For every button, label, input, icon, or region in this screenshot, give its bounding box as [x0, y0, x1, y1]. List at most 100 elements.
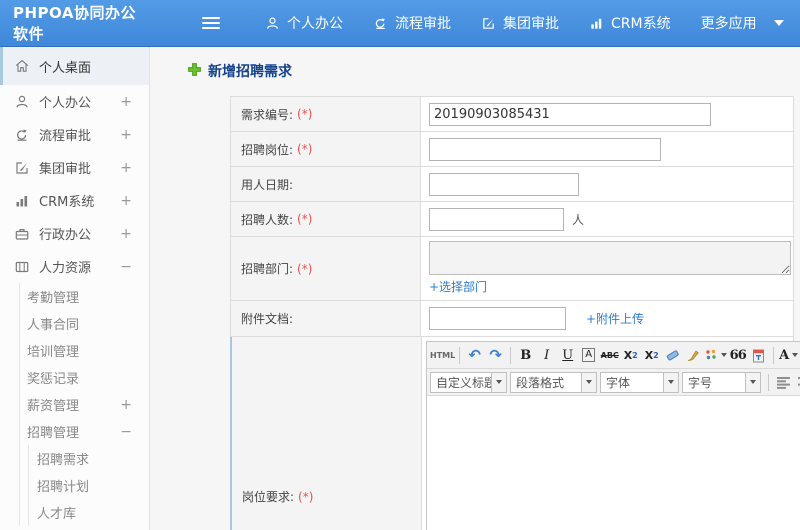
sidebar-item-rewards[interactable]: 奖惩记录: [0, 364, 149, 391]
flow-icon: [14, 127, 30, 143]
expand-icon[interactable]: +: [120, 94, 132, 110]
caret-down-icon: [663, 372, 678, 392]
topnav-item-group-approval[interactable]: 集团审批: [466, 0, 574, 47]
form-row-department: 招聘部门: (*) +选择部门: [230, 237, 794, 301]
font-style-button[interactable]: A: [578, 344, 599, 366]
sidebar-item-admin-office[interactable]: 行政办公 +: [0, 217, 149, 250]
topnav-item-workflow-approval[interactable]: 流程审批: [358, 0, 466, 47]
redo-button[interactable]: ↷: [485, 344, 506, 366]
edit-icon: [481, 16, 496, 31]
expand-icon[interactable]: +: [120, 226, 132, 242]
field-label: 招聘部门:: [241, 262, 294, 276]
blockquote-button[interactable]: 66: [727, 344, 748, 366]
caret-down-icon: [491, 372, 506, 392]
align-center-icon[interactable]: [794, 371, 800, 393]
sidebar-item-talent-pool[interactable]: 人才库: [0, 499, 149, 526]
sidebar-item-human-resources[interactable]: 人力资源 −: [0, 250, 149, 283]
form-row-job-requirements: 岗位要求: (*) HTML ↶ ↷ B I U A ABC X 2 X 2 6…: [230, 337, 800, 530]
bold-button[interactable]: B: [515, 344, 536, 366]
form-row-position: 招聘岗位: (*): [230, 132, 794, 167]
page-title: 新增招聘需求: [187, 61, 800, 81]
sidebar-item-recruit-mgmt[interactable]: 招聘管理 −: [0, 418, 149, 445]
field-label: 招聘岗位:: [241, 142, 294, 157]
form-row-hire-date: 用人日期:: [230, 167, 794, 202]
html-source-button[interactable]: HTML: [430, 344, 455, 366]
app-logo: PHPOA协同办公软件: [13, 4, 136, 43]
sidebar-item-recruit-request[interactable]: 招聘需求: [0, 445, 149, 472]
superscript-button[interactable]: X2: [620, 344, 641, 366]
position-input[interactable]: [429, 137, 661, 161]
sidebar-item-personal-office[interactable]: 个人办公 +: [0, 85, 149, 118]
format-painter-brush-icon[interactable]: [683, 344, 704, 366]
font-color-button[interactable]: A: [778, 344, 799, 366]
headcount-unit: 人: [572, 212, 585, 227]
sidebar-item-recruit-plan[interactable]: 招聘计划: [0, 472, 149, 499]
custom-heading-select[interactable]: 自定义标题: [430, 371, 507, 393]
user-icon: [265, 16, 280, 31]
undo-button[interactable]: ↶: [464, 344, 485, 366]
underline-button[interactable]: U: [557, 344, 578, 366]
home-icon: [14, 58, 30, 74]
editor-toolbar-row1: HTML ↶ ↷ B I U A ABC X2 X2 66 A: [427, 342, 800, 369]
editor-content-area[interactable]: [427, 396, 800, 530]
sidebar-item-training[interactable]: 培训管理: [0, 337, 149, 364]
collapse-icon[interactable]: −: [120, 259, 132, 275]
italic-button[interactable]: I: [536, 344, 557, 366]
sidebar-item-attendance[interactable]: 考勤管理: [0, 283, 149, 310]
sidebar-item-salary[interactable]: 薪资管理 +: [0, 391, 149, 418]
subscript-button[interactable]: X2: [641, 344, 662, 366]
user-icon: [14, 94, 30, 110]
rich-text-editor: HTML ↶ ↷ B I U A ABC X2 X2 66 A 自定义标题 段落…: [426, 341, 800, 530]
required-marker: (*): [297, 261, 313, 276]
form-row-headcount: 招聘人数: (*) 人: [230, 202, 794, 237]
caret-down-icon: [773, 20, 784, 26]
topnav-item-more-apps[interactable]: 更多应用: [686, 0, 799, 47]
font-family-select[interactable]: 字体: [600, 371, 679, 393]
attachment-upload-link[interactable]: +附件上传: [586, 310, 644, 327]
field-label: 招聘人数:: [241, 212, 294, 227]
department-textarea[interactable]: [429, 241, 791, 275]
headcount-input[interactable]: [429, 207, 564, 231]
attachment-input[interactable]: [429, 307, 566, 330]
required-marker: (*): [297, 107, 313, 121]
editor-toolbar-row2: 自定义标题 段落格式 字体 字号: [427, 369, 800, 396]
paste-clipboard-icon[interactable]: [748, 344, 769, 366]
briefcase-icon: [14, 226, 30, 242]
remove-format-eraser-icon[interactable]: [662, 344, 683, 366]
request-no-input[interactable]: [429, 102, 711, 126]
caret-down-icon: [792, 353, 799, 357]
topbar: PHPOA协同办公软件 个人办公 流程审批 集团审批 CRM系统 更多应用: [0, 0, 800, 47]
expand-icon[interactable]: +: [120, 193, 132, 209]
expand-icon[interactable]: +: [120, 127, 132, 143]
chart-icon: [14, 193, 30, 209]
field-label: 需求编号:: [241, 107, 294, 122]
form-row-attachment: 附件文档: +附件上传: [230, 301, 794, 337]
sidebar-item-workflow-approval[interactable]: 流程审批 +: [0, 118, 149, 151]
sidebar-item-personal-desktop[interactable]: 个人桌面: [0, 47, 149, 85]
flow-icon: [373, 16, 388, 31]
field-label: 岗位要求:: [242, 490, 295, 504]
strikethrough-button[interactable]: ABC: [599, 344, 620, 366]
color-palette-icon[interactable]: [704, 344, 728, 366]
collapse-icon[interactable]: −: [120, 424, 132, 440]
expand-icon[interactable]: +: [120, 397, 132, 413]
hamburger-menu-icon[interactable]: [202, 14, 222, 32]
form-row-request-no: 需求编号: (*): [230, 97, 794, 132]
main-content: 新增招聘需求 需求编号: (*) 招聘岗位: (*) 用人日期:: [150, 47, 800, 530]
field-label: 附件文档:: [241, 312, 294, 326]
sidebar-item-hr-contract[interactable]: 人事合同: [0, 310, 149, 337]
edit-icon: [14, 160, 30, 176]
caret-down-icon: [745, 372, 760, 392]
sidebar-item-group-approval[interactable]: 集团审批 +: [0, 151, 149, 184]
topnav-item-crm[interactable]: CRM系统: [574, 0, 686, 47]
hire-date-input[interactable]: [429, 172, 579, 196]
align-left-icon[interactable]: [773, 371, 794, 393]
expand-icon[interactable]: +: [120, 160, 132, 176]
topnav-item-personal-office[interactable]: 个人办公: [250, 0, 358, 47]
add-plus-icon: [187, 62, 202, 81]
caret-down-icon: [581, 372, 596, 392]
paragraph-format-select[interactable]: 段落格式: [510, 371, 597, 393]
select-department-link[interactable]: +选择部门: [429, 278, 487, 295]
sidebar-item-crm[interactable]: CRM系统 +: [0, 184, 149, 217]
font-size-select[interactable]: 字号: [682, 371, 761, 393]
